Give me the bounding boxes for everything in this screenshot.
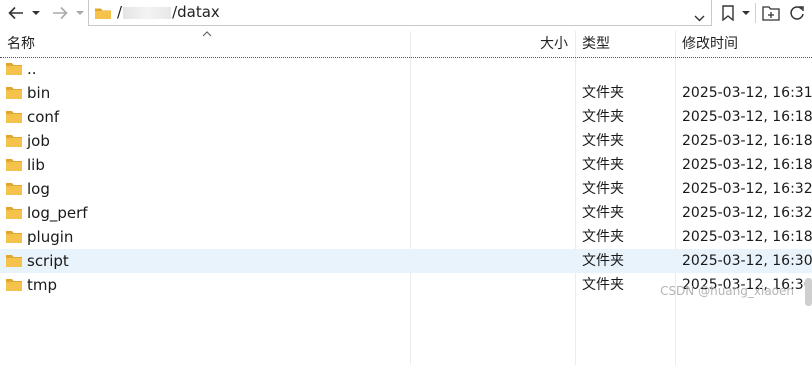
file-name: plugin bbox=[27, 228, 74, 246]
folder-row[interactable]: log_perf 文件夹 2025-03-12, 16:32 bbox=[0, 201, 812, 225]
folder-icon bbox=[6, 63, 22, 75]
file-type: 文件夹 bbox=[582, 181, 624, 197]
folder-row[interactable]: script 文件夹 2025-03-12, 16:30 bbox=[0, 249, 812, 273]
folder-icon bbox=[6, 255, 22, 267]
file-name: tmp bbox=[27, 276, 58, 294]
column-header-modified[interactable]: 修改时间 bbox=[682, 31, 738, 57]
back-arrow-icon bbox=[8, 6, 23, 20]
watermark: CSDN @huang_xiaoen bbox=[660, 284, 794, 298]
file-type: 文件夹 bbox=[582, 85, 624, 101]
file-modified: 2025-03-12, 16:32 bbox=[682, 205, 812, 221]
address-dropdown[interactable] bbox=[694, 8, 705, 26]
file-modified: 2025-03-12, 16:18 bbox=[682, 109, 812, 125]
sort-ascending-icon bbox=[202, 31, 212, 37]
refresh-button[interactable] bbox=[786, 0, 808, 26]
folder-icon bbox=[6, 111, 22, 123]
folder-icon bbox=[6, 279, 22, 291]
folder-icon bbox=[6, 135, 22, 147]
redacted-path-segment bbox=[123, 6, 172, 19]
file-name: log bbox=[27, 180, 50, 198]
file-type: 文件夹 bbox=[582, 253, 624, 269]
file-name: conf bbox=[27, 108, 60, 126]
navigation-toolbar: //datax bbox=[0, 0, 812, 26]
folder-icon bbox=[6, 207, 22, 219]
address-path: //datax bbox=[117, 3, 220, 21]
forward-arrow-icon bbox=[53, 6, 68, 20]
file-type: 文件夹 bbox=[582, 229, 624, 245]
file-name: script bbox=[27, 252, 69, 270]
file-type: 文件夹 bbox=[582, 109, 624, 125]
folder-row[interactable]: plugin 文件夹 2025-03-12, 16:18 bbox=[0, 225, 812, 249]
chevron-down-icon bbox=[694, 15, 705, 22]
forward-history-dropdown[interactable] bbox=[73, 0, 87, 26]
back-history-dropdown[interactable] bbox=[29, 0, 43, 26]
column-header-row: 名称 大小 类型 修改时间 bbox=[0, 31, 812, 58]
folder-icon bbox=[6, 87, 22, 99]
file-list: .. bin 文件夹 2025-03-12, 16:31 conf 文件夹 2025-03… bbox=[0, 57, 812, 297]
folder-icon bbox=[95, 8, 111, 19]
column-header-size[interactable]: 大小 bbox=[540, 31, 568, 57]
file-type: 文件夹 bbox=[582, 157, 624, 173]
folder-icon bbox=[6, 159, 22, 171]
folder-row[interactable]: conf 文件夹 2025-03-12, 16:18 bbox=[0, 105, 812, 129]
file-modified: 2025-03-12, 16:30 bbox=[682, 253, 812, 269]
file-name: log_perf bbox=[27, 204, 88, 222]
folder-icon bbox=[6, 231, 22, 243]
caret-down-icon bbox=[76, 11, 84, 15]
file-name: lib bbox=[27, 156, 45, 174]
bookmark-button[interactable] bbox=[718, 0, 738, 26]
file-modified: 2025-03-12, 16:18 bbox=[682, 133, 812, 149]
caret-down-icon bbox=[742, 11, 750, 15]
file-name: bin bbox=[27, 84, 51, 102]
file-type: 文件夹 bbox=[582, 277, 624, 293]
folder-row[interactable]: lib 文件夹 2025-03-12, 16:18 bbox=[0, 153, 812, 177]
bookmark-dropdown[interactable] bbox=[739, 0, 753, 26]
refresh-icon bbox=[790, 6, 804, 20]
file-modified: 2025-03-12, 16:31 bbox=[682, 85, 812, 101]
address-bar[interactable]: //datax bbox=[88, 0, 712, 26]
parent-directory-row[interactable]: .. bbox=[0, 57, 812, 81]
file-type: 文件夹 bbox=[582, 133, 624, 149]
folder-row[interactable]: log 文件夹 2025-03-12, 16:32 bbox=[0, 177, 812, 201]
forward-button[interactable] bbox=[50, 0, 70, 26]
new-folder-icon bbox=[762, 6, 780, 21]
back-button[interactable] bbox=[6, 0, 26, 26]
file-name: job bbox=[27, 132, 50, 150]
file-name: .. bbox=[27, 60, 37, 78]
file-modified: 2025-03-12, 16:18 bbox=[682, 157, 812, 173]
column-header-type[interactable]: 类型 bbox=[582, 31, 610, 57]
column-header-name[interactable]: 名称 bbox=[7, 31, 35, 57]
scrollbar-thumb[interactable] bbox=[805, 278, 812, 306]
folder-row[interactable]: bin 文件夹 2025-03-12, 16:31 bbox=[0, 81, 812, 105]
folder-row[interactable]: job 文件夹 2025-03-12, 16:18 bbox=[0, 129, 812, 153]
toolbar-separator bbox=[755, 3, 756, 23]
bookmark-icon bbox=[722, 5, 734, 21]
file-type: 文件夹 bbox=[582, 205, 624, 221]
new-folder-button[interactable] bbox=[760, 0, 782, 26]
file-modified: 2025-03-12, 16:18 bbox=[682, 229, 812, 245]
file-modified: 2025-03-12, 16:32 bbox=[682, 181, 812, 197]
folder-icon bbox=[6, 183, 22, 195]
caret-down-icon bbox=[32, 11, 40, 15]
